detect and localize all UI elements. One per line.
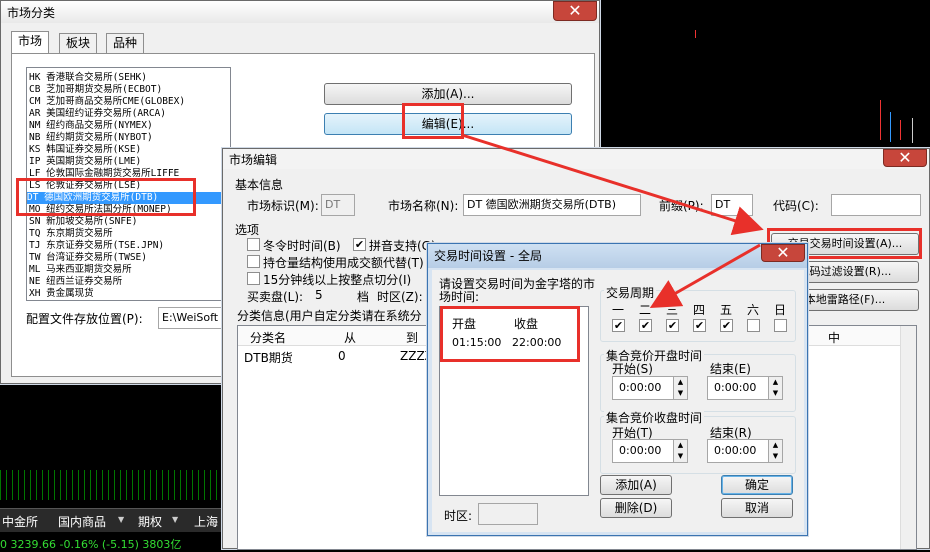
annotation-arrows	[461, 133, 764, 308]
